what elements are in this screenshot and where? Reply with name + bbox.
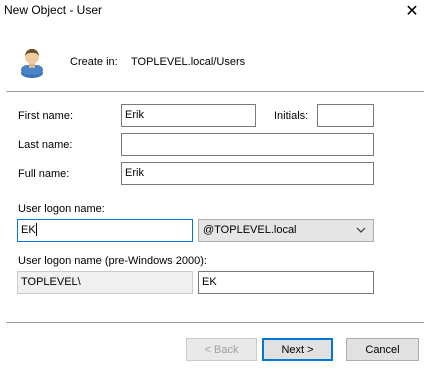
chevron-down-icon: [355, 224, 367, 236]
domain-suffix-value: @TOPLEVEL.local: [203, 224, 297, 236]
initials-field[interactable]: [317, 104, 374, 127]
pre2000-domain-field: TOPLEVEL\: [17, 271, 193, 294]
first-name-label: First name:: [18, 110, 74, 122]
domain-suffix-select[interactable]: @TOPLEVEL.local: [198, 219, 374, 242]
footer-divider: [6, 322, 424, 324]
next-button[interactable]: Next >: [262, 338, 333, 361]
create-in-label: Create in:: [70, 56, 118, 68]
last-name-label: Last name:: [18, 139, 73, 151]
user-icon: [18, 46, 46, 78]
close-button[interactable]: ✕: [395, 0, 429, 22]
first-name-field[interactable]: Erik: [121, 104, 256, 127]
window-title: New Object - User: [4, 3, 103, 17]
logon-name-field[interactable]: EK: [17, 219, 193, 242]
header-divider: [6, 91, 424, 93]
initials-label: Initials:: [274, 110, 309, 122]
full-name-field[interactable]: Erik: [121, 162, 374, 185]
close-icon: ✕: [405, 3, 419, 20]
title-bar: New Object - User ✕: [0, 0, 429, 22]
pre2000-logon-field[interactable]: EK: [198, 271, 374, 294]
pre2000-label: User logon name (pre-Windows 2000):: [18, 255, 207, 267]
cancel-button[interactable]: Cancel: [346, 338, 419, 361]
text-caret: [35, 223, 37, 236]
create-in-path: TOPLEVEL.local/Users: [131, 56, 246, 68]
back-button[interactable]: < Back: [186, 338, 257, 361]
full-name-value: Erik: [125, 167, 144, 179]
logon-name-value: EK: [21, 224, 36, 236]
last-name-field[interactable]: [121, 133, 374, 156]
full-name-label: Full name:: [18, 168, 70, 180]
new-object-user-dialog: New Object - User ✕ Create in: TOPLEVEL.…: [0, 0, 429, 369]
logon-name-label: User logon name:: [18, 203, 105, 215]
